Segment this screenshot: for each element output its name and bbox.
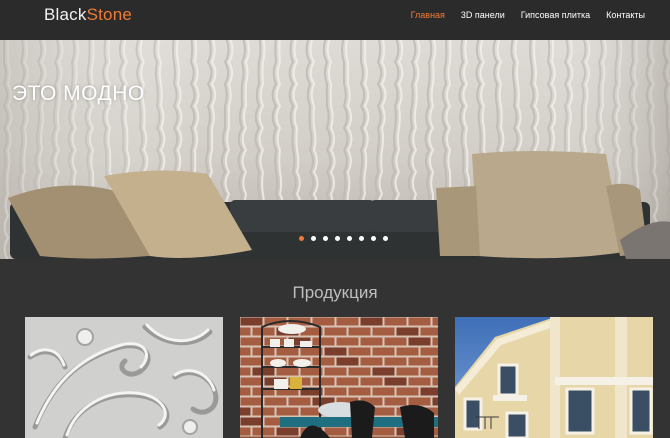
product-card-brick-tile[interactable] [240,317,438,438]
products-title: Продукция [292,283,378,302]
main-nav: Главная 3D панели Гипсовая плитка Контак… [395,10,645,20]
logo-part-1: Black [44,5,87,24]
slider-dot[interactable] [311,236,316,241]
product-image-ornament [25,317,223,438]
nav-item-home[interactable]: Главная [411,10,445,20]
slider-dot[interactable] [371,236,376,241]
slider-dot[interactable] [335,236,340,241]
nav-item-contacts[interactable]: Контакты [606,10,645,20]
hero-caption: ЭТО МОДНО [12,82,145,105]
slider-dot[interactable] [359,236,364,241]
slider-dot[interactable] [347,236,352,241]
nav-item-3d-panels[interactable]: 3D панели [461,10,505,20]
slider-dot[interactable] [323,236,328,241]
product-card-facade[interactable] [455,317,653,438]
logo[interactable]: BlackStone [44,5,132,25]
slider-dot[interactable] [299,236,304,241]
nav-item-gypsum-tile[interactable]: Гипсовая плитка [521,10,590,20]
hero-slider: ЭТО МОДНО [0,40,670,259]
product-image-brick-interior [240,317,438,438]
hero-image [0,40,670,259]
product-image-facade [455,317,653,438]
logo-part-2: Stone [86,5,133,24]
slider-dots [299,236,395,241]
product-card-3d-panels[interactable] [25,317,223,438]
site-header: BlackStone Главная 3D панели Гипсовая пл… [0,0,670,40]
slider-dot[interactable] [383,236,388,241]
